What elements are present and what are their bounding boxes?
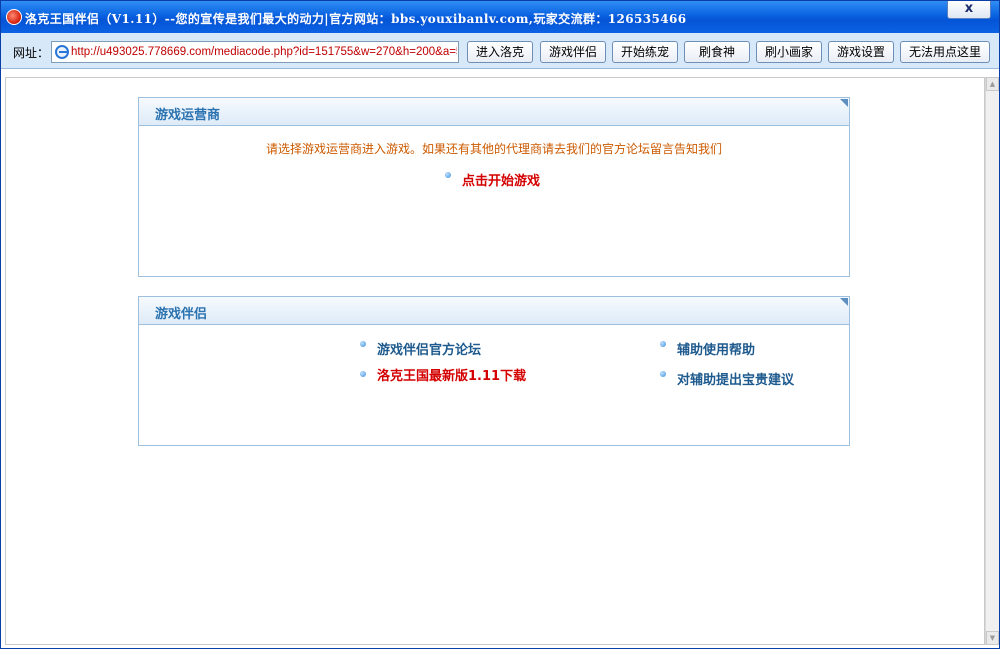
- content-area: 游戏运营商 请选择游戏运营商进入游戏。如果还有其他的代理商请去我们的官方论坛留言…: [5, 77, 985, 645]
- download-latest-link[interactable]: 洛克王国最新版1.11下载: [377, 369, 537, 385]
- operators-panel: 游戏运营商 请选择游戏运营商进入游戏。如果还有其他的代理商请去我们的官方论坛留言…: [138, 97, 850, 277]
- app-window: 洛克王国伴侣（V1.11）--您的宣传是我们最大的动力|官方网站：bbs.you…: [0, 0, 1000, 649]
- bullet-icon: [360, 371, 366, 377]
- operators-notice: 请选择游戏运营商进入游戏。如果还有其他的代理商请去我们的官方论坛留言告知我们: [265, 142, 722, 156]
- usage-help-link[interactable]: 辅助使用帮助: [677, 339, 755, 358]
- start-game-link[interactable]: 点击开始游戏: [462, 170, 540, 189]
- start-training-button[interactable]: 开始练宠: [612, 41, 678, 63]
- farm-painter-button[interactable]: 刷小画家: [756, 41, 822, 63]
- bullet-icon: [360, 341, 366, 347]
- scroll-up-icon[interactable]: ▲: [986, 77, 999, 91]
- address-label: 网址：: [13, 46, 50, 60]
- official-forum-link[interactable]: 游戏伴侣官方论坛: [377, 339, 481, 358]
- companion-panel-title: 游戏伴侣: [155, 307, 208, 322]
- operators-panel-header: 游戏运营商: [139, 98, 849, 126]
- app-icon: [6, 9, 22, 25]
- bullet-icon: [445, 172, 451, 178]
- bullet-icon: [660, 371, 666, 377]
- vertical-scrollbar[interactable]: ▲ ▼: [985, 77, 999, 645]
- address-input[interactable]: [71, 44, 457, 60]
- scroll-down-icon[interactable]: ▼: [986, 631, 999, 645]
- address-bar[interactable]: [51, 41, 459, 63]
- corner-mark-icon: [840, 298, 848, 306]
- ie-page-icon: [55, 45, 69, 59]
- bullet-icon: [660, 341, 666, 347]
- corner-mark-icon: [840, 99, 848, 107]
- companion-panel: 游戏伴侣 游戏伴侣官方论坛 洛克王国最新版1.11下载 辅助使用帮助 对辅助提出…: [138, 296, 850, 446]
- game-settings-button[interactable]: 游戏设置: [828, 41, 894, 63]
- address-toolbar: 网址： 进入洛克 游戏伴侣 开始练宠 刷食神 刷小画家 游戏设置 无法用点这里: [1, 33, 999, 69]
- farm-food-god-button[interactable]: 刷食神: [684, 41, 750, 63]
- companion-panel-header: 游戏伴侣: [139, 297, 849, 325]
- enter-roco-button[interactable]: 进入洛克: [467, 41, 533, 63]
- operators-panel-title: 游戏运营商: [155, 108, 221, 123]
- window-title: 洛克王国伴侣（V1.11）--您的宣传是我们最大的动力|官方网站：bbs.you…: [25, 12, 687, 26]
- title-bar[interactable]: 洛克王国伴侣（V1.11）--您的宣传是我们最大的动力|官方网站：bbs.you…: [1, 1, 999, 33]
- game-companion-button[interactable]: 游戏伴侣: [540, 41, 606, 63]
- suggestions-link[interactable]: 对辅助提出宝贵建议: [677, 369, 794, 388]
- troubleshoot-button[interactable]: 无法用点这里: [900, 41, 990, 63]
- close-button[interactable]: x: [947, 1, 991, 19]
